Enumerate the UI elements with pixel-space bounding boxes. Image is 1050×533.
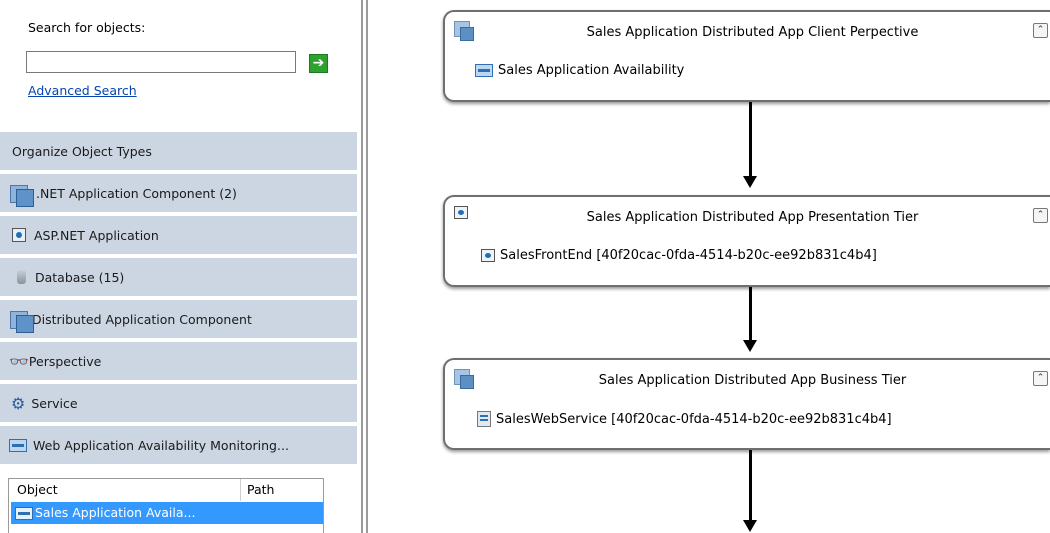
object-type-item[interactable]: ⚙ Service (0, 384, 357, 424)
object-type-label: .NET Application Component (2) (36, 185, 237, 201)
object-type-item[interactable]: 👓 Perspective (0, 342, 357, 382)
object-type-item[interactable]: Web Application Availability Monitoring.… (0, 426, 357, 466)
double-chevron-up-icon[interactable]: ⌃ (1033, 23, 1048, 38)
node-child-label: SalesWebService [40f20cac-0fda-4514-b20c… (496, 411, 892, 427)
search-input[interactable] (26, 51, 296, 73)
object-type-label: Web Application Availability Monitoring.… (33, 437, 289, 453)
arrow-right-icon: ➔ (312, 55, 325, 71)
component-icon (454, 21, 474, 41)
connector-arrow (749, 450, 752, 520)
object-type-item[interactable]: Distributed Application Component (0, 300, 357, 340)
service-icon: ⚙ (11, 393, 26, 413)
column-header-path[interactable]: Path (241, 479, 321, 501)
search-go-button[interactable]: ➔ (309, 54, 328, 73)
object-type-item[interactable]: .NET Application Component (2) (0, 174, 357, 214)
database-icon (17, 270, 26, 284)
glasses-icon: 👓 (9, 351, 29, 371)
node-child-item[interactable]: Sales Application Availability (475, 63, 684, 78)
web-availability-icon (15, 506, 33, 520)
object-type-label: ASP.NET Application (34, 227, 159, 243)
node-child-label: Sales Application Availability (498, 63, 685, 78)
asp-net-icon (454, 206, 468, 219)
diagram-node-business-tier[interactable]: Sales Application Distributed App Busine… (443, 358, 1050, 450)
asp-net-icon (481, 249, 495, 262)
node-title: Sales Application Distributed App Presen… (586, 210, 919, 225)
table-row[interactable]: Sales Application Availa... (11, 502, 323, 524)
double-chevron-up-icon[interactable]: ⌃ (1033, 371, 1048, 386)
object-type-item[interactable]: Database (15) (0, 258, 357, 298)
object-type-label: Perspective (28, 353, 102, 369)
object-type-label: Database (15) (35, 269, 125, 285)
diagram-node-client-perspective[interactable]: Sales Application Distributed App Client… (443, 10, 1050, 102)
node-title: Sales Application Distributed App Busine… (598, 373, 907, 388)
arrowhead (743, 176, 757, 188)
component-icon (10, 182, 34, 207)
node-child-item[interactable]: SalesFrontEnd [40f20cac-0fda-4514-b20c-e… (481, 248, 877, 263)
arrowhead (743, 520, 757, 532)
results-grid: Object Path Sales Application Availa... (8, 478, 324, 533)
web-service-icon (477, 411, 491, 427)
web-availability-icon (475, 64, 493, 77)
node-title: Sales Application Distributed App Client… (586, 25, 919, 40)
advanced-search-link[interactable]: Advanced Search (28, 83, 137, 98)
double-chevron-up-icon[interactable]: ⌃ (1033, 208, 1048, 223)
row-object-cell: Sales Application Availa... (35, 505, 196, 520)
asp-net-icon (12, 228, 26, 242)
connector-arrow (749, 102, 752, 176)
diagram-node-presentation-tier[interactable]: Sales Application Distributed App Presen… (443, 195, 1050, 287)
object-type-label: Distributed Application Component (32, 311, 252, 327)
web-availability-icon (9, 438, 27, 452)
organize-object-types-header[interactable]: Organize Object Types (0, 132, 357, 172)
panel-splitter[interactable] (358, 0, 371, 533)
object-type-label: Service (31, 395, 78, 411)
search-label: Search for objects: (28, 20, 146, 35)
component-icon (10, 308, 34, 333)
node-child-item[interactable]: SalesWebService [40f20cac-0fda-4514-b20c… (477, 411, 892, 427)
object-search-panel: Search for objects: ➔ Advanced Search Or… (0, 0, 358, 533)
node-child-label: SalesFrontEnd [40f20cac-0fda-4514-b20c-e… (500, 248, 877, 263)
component-icon (454, 369, 474, 389)
column-header-object[interactable]: Object (9, 479, 241, 501)
connector-arrow (749, 287, 752, 340)
arrowhead (743, 340, 757, 352)
organize-object-types-label: Organize Object Types (12, 143, 152, 159)
object-type-item[interactable]: ASP.NET Application (0, 216, 357, 256)
